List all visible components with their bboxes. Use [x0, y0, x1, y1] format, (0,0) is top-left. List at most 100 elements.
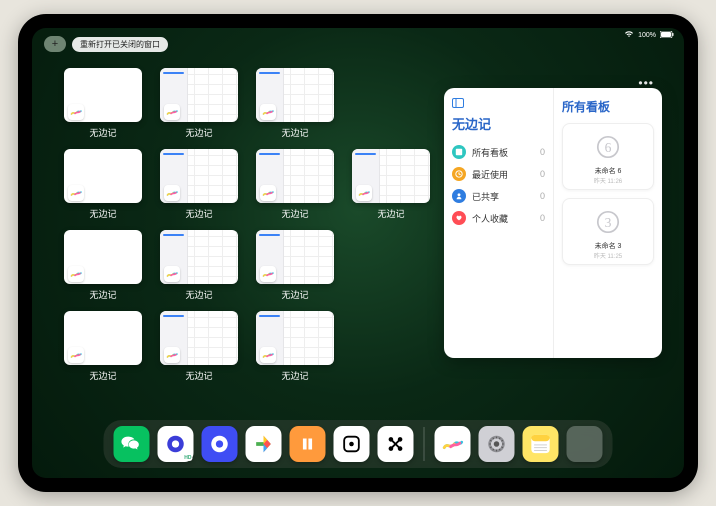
thumbnail-preview	[256, 230, 334, 284]
window-thumbnail[interactable]: 无边记	[62, 311, 144, 382]
thumbnail-label: 无边记	[89, 207, 116, 220]
sidebar-item-label: 已共享	[472, 190, 499, 203]
dock-app-quark-hd[interactable]: HD	[158, 426, 194, 462]
freeform-icon	[68, 185, 84, 201]
panel-sidebar: 无边记 所有看板 0 最近使用 0 已共享 0 个人收藏 0	[444, 88, 554, 358]
board-card[interactable]: 6 未命名 6 昨天 11:26	[562, 123, 654, 190]
freeform-main-panel[interactable]: 无边记 所有看板 0 最近使用 0 已共享 0 个人收藏 0 所有看板 6 未命…	[444, 88, 662, 358]
dock-recent-freeform[interactable]	[435, 426, 471, 462]
dock-separator	[424, 427, 425, 461]
thumbnail-label: 无边记	[89, 288, 116, 301]
board-name: 未命名 3	[595, 241, 622, 251]
sidebar-item-count: 0	[540, 191, 545, 201]
freeform-icon	[356, 185, 372, 201]
svg-text:3: 3	[605, 215, 612, 230]
window-thumbnail[interactable]: 无边记	[158, 230, 240, 301]
dock-app-wechat[interactable]	[114, 426, 150, 462]
sidebar-item-icon	[452, 145, 466, 159]
window-thumbnail[interactable]: 无边记	[62, 230, 144, 301]
sidebar-item-icon	[452, 211, 466, 225]
hd-badge: HD	[183, 455, 192, 461]
board-card[interactable]: 3 未命名 3 昨天 11:25	[562, 198, 654, 265]
dock-recent-settings[interactable]	[479, 426, 515, 462]
freeform-icon	[164, 266, 180, 282]
thumbnail-preview	[160, 311, 238, 365]
thumbnail-preview	[256, 68, 334, 122]
window-thumbnail[interactable]: 无边记	[158, 149, 240, 220]
reopen-label: 重新打开已关闭的窗口	[80, 40, 160, 49]
freeform-icon	[68, 347, 84, 363]
dock-app-play-video[interactable]	[246, 426, 282, 462]
sidebar-item-count: 0	[540, 169, 545, 179]
thumbnail-label: 无边记	[89, 126, 116, 139]
thumbnail-preview	[64, 311, 142, 365]
battery-text: 100%	[638, 32, 656, 39]
sidebar-item[interactable]: 个人收藏 0	[452, 207, 545, 229]
dock-recent-folder[interactable]	[567, 426, 603, 462]
sidebar-item[interactable]: 所有看板 0	[452, 141, 545, 163]
dock-app-connect-dots[interactable]	[378, 426, 414, 462]
thumbnail-preview	[64, 230, 142, 284]
window-thumbnail[interactable]: 无边记	[254, 230, 336, 301]
freeform-icon	[68, 104, 84, 120]
new-window-button[interactable]: +	[44, 36, 66, 52]
window-thumbnail[interactable]: 无边记	[158, 68, 240, 139]
thumbnail-label: 无边记	[377, 207, 404, 220]
thumbnail-preview	[64, 68, 142, 122]
ipad-frame: 100% + 重新打开已关闭的窗口 无边记	[18, 14, 698, 492]
board-timestamp: 昨天 11:25	[594, 251, 622, 260]
sidebar-item-icon	[452, 189, 466, 203]
thumbnail-label: 无边记	[185, 288, 212, 301]
thumbnail-label: 无边记	[185, 369, 212, 382]
sidebar-item[interactable]: 最近使用 0	[452, 163, 545, 185]
sidebar-item-label: 最近使用	[472, 168, 508, 181]
panel-right-title: 所有看板	[562, 98, 654, 115]
dock-app-dice[interactable]	[334, 426, 370, 462]
freeform-icon	[164, 104, 180, 120]
freeform-icon	[260, 185, 276, 201]
freeform-icon	[260, 347, 276, 363]
thumbnail-label: 无边记	[185, 126, 212, 139]
thumbnail-preview	[256, 149, 334, 203]
status-bar: 100%	[624, 30, 674, 40]
sidebar-item-list: 所有看板 0 最近使用 0 已共享 0 个人收藏 0	[452, 141, 545, 229]
window-thumbnail[interactable]: 无边记	[62, 68, 144, 139]
window-thumbnail[interactable]: 无边记	[254, 149, 336, 220]
plus-icon: +	[52, 39, 58, 50]
board-scribble-icon: 6	[591, 130, 625, 164]
top-controls: + 重新打开已关闭的窗口	[44, 36, 168, 52]
wifi-icon	[624, 30, 634, 40]
sidebar-item[interactable]: 已共享 0	[452, 185, 545, 207]
window-thumbnail[interactable]: 无边记	[158, 311, 240, 382]
sidebar-toggle-icon[interactable]	[452, 98, 545, 108]
thumbnail-preview	[256, 311, 334, 365]
sidebar-item-icon	[452, 167, 466, 181]
dock-app-quark[interactable]	[202, 426, 238, 462]
thumbnail-preview	[160, 149, 238, 203]
freeform-icon	[164, 185, 180, 201]
window-thumbnail-grid: 无边记 无边记 无边记 无边记	[62, 68, 432, 382]
window-thumbnail[interactable]: 无边记	[62, 149, 144, 220]
thumbnail-label: 无边记	[89, 369, 116, 382]
board-timestamp: 昨天 11:26	[594, 176, 622, 185]
panel-left-title: 无边记	[452, 114, 545, 133]
board-list: 6 未命名 6 昨天 11:26 3 未命名 3 昨天 11:25	[562, 123, 654, 273]
svg-text:6: 6	[605, 140, 612, 155]
freeform-icon	[68, 266, 84, 282]
screen: 100% + 重新打开已关闭的窗口 无边记	[32, 28, 684, 478]
sidebar-item-count: 0	[540, 213, 545, 223]
window-thumbnail[interactable]: 无边记	[350, 149, 432, 220]
window-thumbnail[interactable]: 无边记	[254, 68, 336, 139]
board-name: 未命名 6	[595, 166, 622, 176]
thumbnail-preview	[160, 230, 238, 284]
freeform-icon	[260, 104, 276, 120]
thumbnail-label: 无边记	[281, 207, 308, 220]
dock-app-books[interactable]	[290, 426, 326, 462]
dock-recent-notes[interactable]	[523, 426, 559, 462]
freeform-icon	[260, 266, 276, 282]
reopen-closed-window-button[interactable]: 重新打开已关闭的窗口	[72, 37, 168, 52]
sidebar-item-count: 0	[540, 147, 545, 157]
window-thumbnail[interactable]: 无边记	[254, 311, 336, 382]
thumbnail-preview	[160, 68, 238, 122]
board-scribble-icon: 3	[591, 205, 625, 239]
